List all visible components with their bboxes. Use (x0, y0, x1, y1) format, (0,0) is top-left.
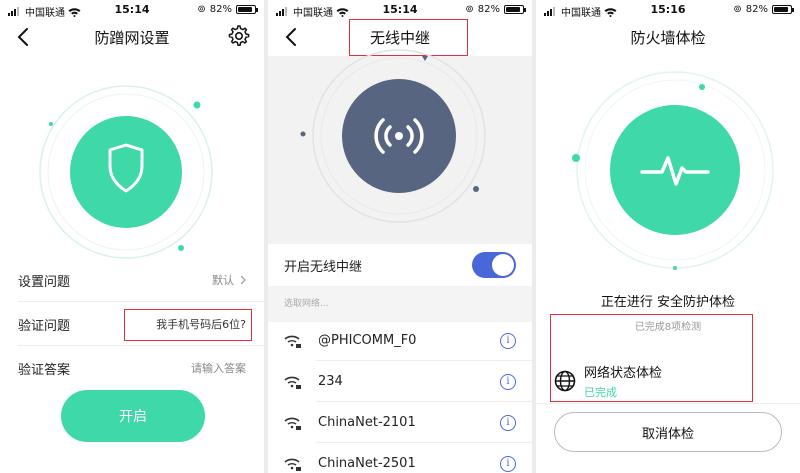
gear-icon[interactable] (228, 25, 250, 47)
check-item-status: 已完成 (584, 386, 617, 399)
wifi-lock-icon (284, 335, 301, 348)
repeater-toggle-row: 开启无线中继 (268, 244, 532, 286)
network-name: @PHICOMM_F0 (318, 333, 417, 348)
check-status-text: 正在进行 安全防护体检 (600, 295, 736, 310)
battery-icon (772, 5, 794, 14)
setting-question-label: 设置问题 (18, 274, 71, 290)
info-icon[interactable]: i (500, 414, 516, 431)
divider (536, 403, 800, 404)
status-right: ⊚ 82% (465, 4, 526, 15)
battery-percent: 82% (477, 4, 500, 15)
firewall-check-screen: 中国联通 15:16 ⊚ 82% 防火墙体检 正在进行 安全防护体检 已完成8项… (536, 0, 800, 473)
wireless-repeater-screen: 中国联通 15:14 ⊚ 82% 无线中继 开启无线中继 选取网络... @PH… (268, 0, 532, 473)
wifi-lock-icon (284, 376, 301, 389)
battery-icon (504, 5, 526, 14)
lock-rotation-icon: ⊚ (197, 4, 206, 15)
page-title: 防蹭网设置 (94, 29, 170, 47)
enable-button[interactable]: 开启 (61, 390, 205, 442)
network-name: 234 (318, 374, 343, 389)
network-item[interactable]: ChinaNet-2101 i (268, 402, 532, 443)
wifi-lock-icon (284, 417, 301, 430)
repeater-hero (300, 49, 486, 223)
chevron-right-icon (240, 275, 246, 285)
check-item: 网络状态体检 已完成 (554, 362, 662, 400)
lock-rotation-icon: ⊚ (465, 4, 474, 15)
info-icon[interactable]: i (500, 373, 516, 390)
network-item[interactable]: ChinaNet-2501 i (268, 443, 532, 473)
network-item[interactable]: @PHICOMM_F0 i (268, 320, 532, 361)
cancel-check-button[interactable]: 取消体检 (554, 412, 782, 452)
shield-hero (39, 85, 213, 259)
setting-question-value-group: 默认 (212, 272, 246, 288)
network-name: ChinaNet-2501 (318, 456, 416, 471)
verify-answer-label: 验证答案 (18, 362, 71, 378)
verify-answer-input[interactable]: 请输入答案 (191, 360, 246, 376)
select-network-hint: 选取网络... (268, 286, 532, 322)
check-item-text: 网络状态体检 已完成 (584, 362, 662, 400)
repeater-toggle[interactable] (472, 252, 516, 278)
status-bar: 中国联通 15:14 ⊚ 82% (268, 0, 532, 20)
info-icon[interactable]: i (500, 332, 516, 349)
globe-icon (554, 370, 576, 392)
repeater-toggle-label: 开启无线中继 (284, 259, 363, 275)
page-title: 防火墙体检 (630, 29, 706, 47)
wifi-lock-icon (284, 458, 301, 471)
network-item[interactable]: 234 i (268, 361, 532, 402)
verify-answer-row[interactable]: 验证答案 请输入答案 (0, 346, 264, 390)
status-bar: 中国联通 15:14 ⊚ 82% (0, 0, 264, 20)
navbar: 防蹭网设置 (0, 22, 264, 52)
status-right: ⊚ 82% (197, 4, 258, 15)
battery-icon (236, 5, 258, 14)
anti-rub-settings-screen: 中国联通 15:14 ⊚ 82% 防蹭网设置 设置问题 默认 验证问题 我手机号… (0, 0, 264, 473)
status-bar: 中国联通 15:16 ⊚ 82% (536, 0, 800, 20)
lock-rotation-icon: ⊚ (733, 4, 742, 15)
setting-question-value: 默认 (212, 274, 234, 287)
pulse-hero (572, 71, 774, 270)
info-icon[interactable]: i (500, 455, 516, 472)
network-name: ChinaNet-2101 (318, 415, 416, 430)
check-item-title: 网络状态体检 (584, 366, 663, 381)
highlight-box (124, 309, 252, 341)
battery-percent: 82% (745, 4, 768, 15)
navbar: 防火墙体检 (536, 22, 800, 52)
battery-percent: 82% (209, 4, 232, 15)
status-right: ⊚ 82% (733, 4, 794, 15)
setting-question-row[interactable]: 设置问题 默认 (0, 258, 264, 302)
